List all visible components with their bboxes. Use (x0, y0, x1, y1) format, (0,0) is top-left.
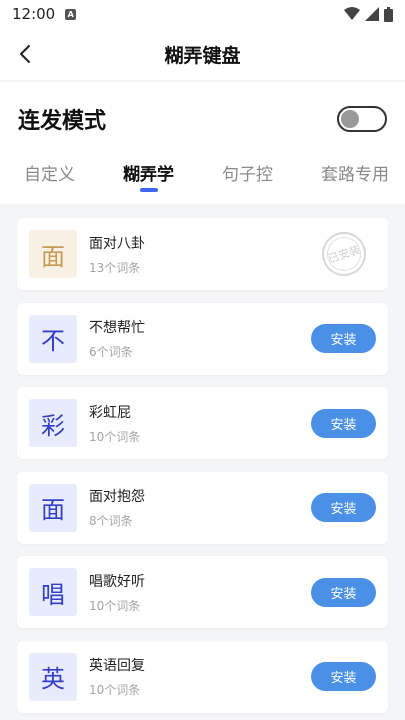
pack-count: 13个词条 (89, 260, 141, 275)
burst-mode-label: 连发模式 (18, 109, 107, 134)
status-time: 12:00 (12, 5, 56, 23)
phrase-pack-list: 面 面对八卦 13个词条 已安装 不 不想帮忙 6个词条 安装 彩 彩虹屁 10… (0, 204, 405, 713)
tab-label: 套路专用 (321, 165, 389, 185)
pack-thumbnail: 彩 (29, 399, 77, 447)
pack-count: 10个词条 (89, 683, 141, 697)
pack-count: 6个词条 (89, 345, 133, 359)
install-button[interactable]: 安装 (311, 493, 376, 522)
install-button[interactable]: 安装 (311, 577, 376, 607)
page-title: 糊弄键盘 (164, 44, 241, 67)
signal-icon (365, 7, 379, 21)
pack-count: 10个词条 (89, 598, 141, 613)
battery-icon (384, 6, 393, 22)
category-tabs: 自定义 糊弄学 句子控 套路专用 (0, 156, 405, 204)
tab-label: 句子控 (222, 165, 273, 185)
pack-thumbnail: 面 (29, 483, 77, 532)
back-button[interactable] (12, 40, 38, 68)
pack-thumbnail: 唱 (29, 568, 77, 616)
list-item[interactable]: 彩 彩虹屁 10个词条 安装 (17, 387, 388, 459)
list-item[interactable]: 面 面对八卦 13个词条 已安装 (17, 218, 388, 290)
list-item[interactable]: 面 面对抱怨 8个词条 安装 (17, 471, 388, 544)
tab-fool-study[interactable]: 糊弄学 (123, 156, 174, 196)
pack-name: 面对八卦 (89, 235, 145, 252)
burst-mode-toggle[interactable] (337, 106, 387, 132)
pack-count: 8个词条 (89, 514, 133, 528)
list-item[interactable]: 不 不想帮忙 6个词条 安装 (17, 302, 388, 375)
pack-thumbnail: 不 (29, 314, 77, 363)
toggle-knob (341, 110, 359, 128)
install-button[interactable]: 安装 (311, 324, 376, 353)
app-header: 糊弄键盘 (0, 28, 405, 80)
chevron-left-icon (20, 45, 30, 63)
pack-name: 不想帮忙 (89, 320, 145, 336)
pack-name: 面对抱怨 (89, 489, 145, 505)
list-item[interactable]: 唱 唱歌好听 10个词条 安装 (17, 556, 388, 628)
pack-count: 10个词条 (89, 429, 141, 444)
installed-stamp: 已安装 (316, 226, 372, 282)
status-bar: 12:00 A (0, 0, 405, 28)
wifi-icon (344, 7, 360, 20)
pack-name: 彩虹屁 (89, 404, 131, 421)
tab-label: 自定义 (24, 165, 75, 185)
list-item[interactable]: 英 英语回复 10个词条 安装 (17, 640, 388, 713)
install-button[interactable]: 安装 (311, 662, 376, 691)
install-button[interactable]: 安装 (311, 408, 376, 438)
pack-name: 英语回复 (89, 658, 145, 674)
pack-name: 唱歌好听 (89, 573, 145, 590)
active-tab-indicator (139, 188, 158, 192)
settings-panel: 连发模式 自定义 糊弄学 句子控 套路专用 (0, 82, 405, 204)
pack-thumbnail: 英 (29, 652, 77, 701)
notification-a-icon: A (65, 8, 77, 20)
tab-label: 糊弄学 (123, 165, 174, 185)
tab-sentences[interactable]: 句子控 (222, 156, 273, 196)
tab-routines[interactable]: 套路专用 (321, 156, 389, 196)
pack-thumbnail: 面 (29, 230, 77, 278)
tab-custom[interactable]: 自定义 (24, 156, 75, 196)
burst-mode-row: 连发模式 (0, 82, 405, 156)
